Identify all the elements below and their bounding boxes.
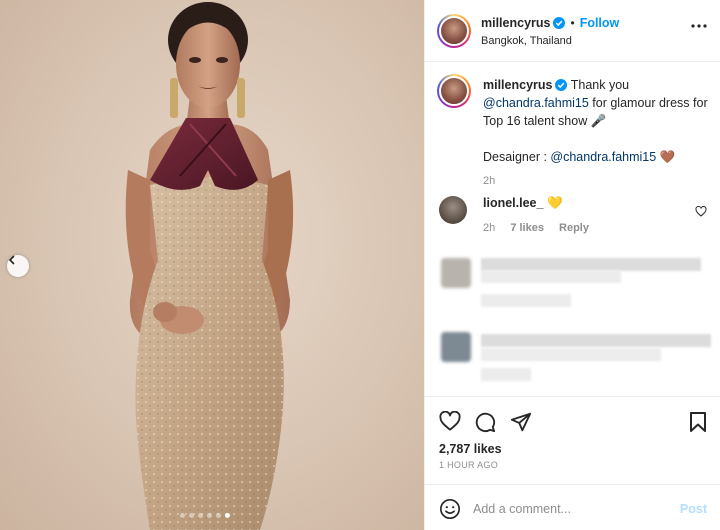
verified-badge-icon — [553, 17, 566, 29]
chevron-left-icon — [8, 255, 15, 265]
comment-like-heart-icon[interactable] — [695, 206, 707, 217]
post-header: millencyrus • Follow Bangkok, Thailand — [425, 0, 720, 62]
header-separator: • — [570, 16, 575, 30]
carousel-dot — [189, 513, 194, 518]
post-timestamp: 1 HOUR AGO — [439, 460, 499, 470]
comment-time: 2h — [483, 222, 496, 234]
carousel-prev-button[interactable] — [7, 255, 29, 277]
share-send-icon[interactable] — [510, 411, 532, 433]
brown-heart-icon: 🤎 — [659, 150, 676, 164]
more-options-icon[interactable] — [691, 24, 707, 28]
microphone-icon: 🎤 — [590, 114, 607, 128]
caption-designer-mention[interactable]: @chandra.fahmi15 — [550, 150, 656, 164]
carousel-dot — [216, 513, 221, 518]
post-location[interactable]: Bangkok, Thailand — [481, 35, 572, 47]
like-heart-icon[interactable] — [439, 411, 461, 431]
comment-bubble-icon[interactable] — [474, 411, 496, 433]
yellow-heart-icon: 💛 — [546, 196, 563, 210]
blurred-avatar — [441, 332, 471, 362]
carousel-indicator — [180, 513, 230, 518]
author-username[interactable]: millencyrus — [481, 16, 550, 30]
blurred-comment — [425, 250, 720, 320]
caption-username[interactable]: millencyrus — [483, 78, 552, 92]
post-side-panel: millencyrus • Follow Bangkok, Thailand mi… — [424, 0, 720, 530]
post-photo — [125, 2, 294, 530]
comment-meta: 2h 7 likes Reply — [483, 222, 601, 234]
author-avatar[interactable] — [437, 14, 471, 48]
comment-username[interactable]: lionel.lee_ — [483, 196, 543, 210]
likes-count[interactable]: 2,787 likes — [439, 442, 502, 456]
follow-button[interactable]: Follow — [580, 16, 620, 30]
blurred-avatar — [441, 258, 471, 288]
caption-author-avatar[interactable] — [437, 74, 471, 108]
comment-reply-button[interactable]: Reply — [559, 222, 589, 234]
comment-input[interactable]: Add a comment... — [473, 502, 571, 516]
caption-line-1: Thank you — [570, 78, 630, 92]
caption-time: 2h — [483, 175, 496, 187]
post-media[interactable] — [0, 0, 424, 530]
carousel-dot — [198, 513, 203, 518]
post-comment-button[interactable]: Post — [680, 502, 707, 516]
save-bookmark-icon[interactable] — [689, 411, 707, 433]
emoji-smiley-icon[interactable] — [439, 498, 461, 520]
comment-likes[interactable]: 7 likes — [510, 222, 544, 234]
carousel-dot-active — [225, 513, 230, 518]
add-comment-bar: Add a comment... Post — [425, 484, 720, 530]
verified-badge-icon — [555, 79, 568, 91]
caption-text: millencyrus Thank you @chandra.fahmi15 f… — [483, 76, 709, 190]
caption-mention[interactable]: @chandra.fahmi15 — [483, 96, 589, 110]
comment-body: lionel.lee_ 💛 — [483, 196, 563, 211]
caption-designer-label: Desaigner : — [483, 150, 551, 164]
blurred-comment — [425, 326, 720, 396]
carousel-dot — [180, 513, 185, 518]
commenter-avatar[interactable] — [439, 196, 467, 224]
carousel-dot — [207, 513, 212, 518]
post-actions: 2,787 likes 1 HOUR AGO — [425, 396, 720, 484]
